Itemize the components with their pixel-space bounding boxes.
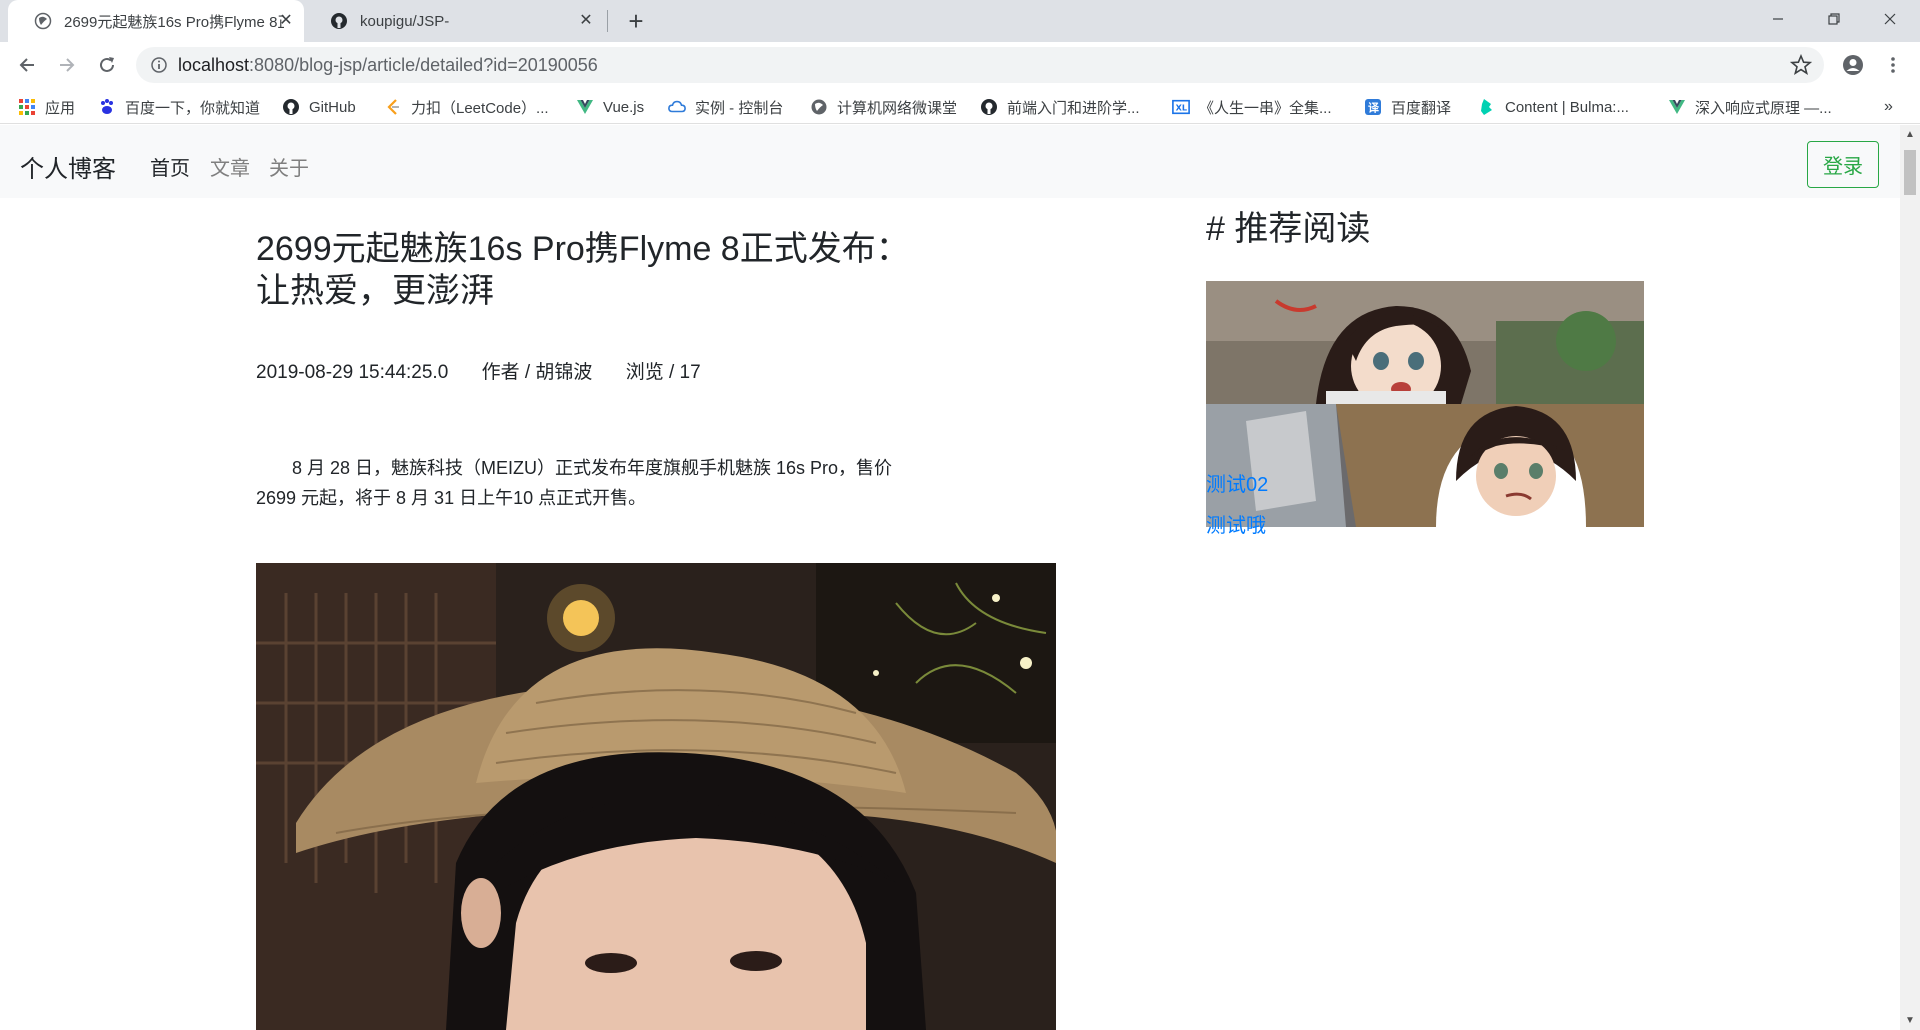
scroll-up-arrow-icon[interactable]: ▲: [1905, 129, 1915, 140]
browser-tab[interactable]: koupigu/JSP- ✕: [304, 0, 604, 42]
bookmark-label: GitHub: [309, 98, 356, 116]
bookmark-bulma[interactable]: Content | Bulma:...: [1478, 96, 1629, 118]
bookmark-baidu[interactable]: 百度一下，你就知道: [98, 96, 260, 118]
globe-icon: [34, 12, 52, 30]
bookmark-label: 前端入门和进阶学...: [1007, 99, 1140, 117]
bookmark-label: 计算机网络微课堂: [837, 99, 958, 117]
bookmark-vue-reactivity[interactable]: 深入响应式原理 —...: [1668, 96, 1832, 118]
site-brand[interactable]: 个人博客: [20, 149, 116, 184]
baidu-paw-icon: [98, 98, 116, 116]
bookmark-vue[interactable]: Vue.js: [576, 96, 644, 118]
url-path: :8080/blog-jsp/article/detailed?id=20190…: [249, 55, 598, 75]
github-icon: [330, 12, 348, 30]
minimize-button[interactable]: [1748, 0, 1808, 38]
bookmark-github[interactable]: GitHub: [282, 96, 356, 118]
login-button[interactable]: 登录: [1807, 141, 1879, 188]
new-tab-button[interactable]: +: [620, 6, 652, 38]
url-text[interactable]: localhost:8080/blog-jsp/article/detailed…: [178, 55, 598, 76]
tab-divider: [607, 10, 608, 32]
svg-text:XL: XL: [1176, 103, 1187, 113]
article-date: 2019-08-29 15:44:25.0: [256, 362, 449, 383]
recommended-link[interactable]: 测试哦: [1206, 509, 1266, 538]
bookmarks-bar: 应用 百度一下，你就知道 GitHub 力扣（LeetCode）... Vue.…: [0, 88, 1920, 124]
bulma-icon: [1478, 98, 1496, 116]
bookmark-frontend[interactable]: 前端入门和进阶学...: [980, 96, 1140, 118]
page-scrollbar[interactable]: ▲ ▼: [1900, 125, 1920, 1030]
url-host: localhost: [178, 55, 250, 75]
close-icon[interactable]: ✕: [278, 13, 294, 29]
bookmark-label: 力扣（LeetCode）...: [411, 99, 549, 117]
article-paragraph: 8 月 28 日，魅族科技（MEIZU）正式发布年度旗舰手机魅族 16s Pro…: [256, 458, 893, 508]
page-viewport: 个人博客 首页 文章 关于 登录 2699元起魅族16s Pro携Flyme 8…: [0, 125, 1920, 1030]
bookmark-label: 百度翻译: [1391, 99, 1452, 117]
reload-button[interactable]: [92, 50, 122, 80]
recommended-link[interactable]: 测试02: [1206, 468, 1268, 497]
nav-link-about[interactable]: 关于: [269, 152, 309, 181]
address-bar[interactable]: localhost:8080/blog-jsp/article/detailed…: [136, 47, 1824, 83]
bookmark-leetcode[interactable]: 力扣（LeetCode）...: [384, 96, 549, 118]
info-icon[interactable]: [150, 56, 168, 79]
globe-icon: [810, 98, 828, 116]
svg-text:译: 译: [1368, 102, 1380, 115]
article-meta: 2019-08-29 15:44:25.0 作者 / 胡锦波 浏览 / 17: [256, 357, 729, 384]
restore-button[interactable]: [1804, 0, 1864, 38]
tab-title: koupigu/JSP-: [360, 12, 450, 30]
article-author: 作者 / 胡锦波: [481, 362, 593, 383]
forward-button[interactable]: [52, 50, 82, 80]
vue-icon: [1668, 98, 1686, 116]
bookmark-rensheng[interactable]: XL 《人生一串》全集...: [1172, 96, 1332, 118]
bookmark-label: 《人生一串》全集...: [1199, 99, 1332, 117]
profile-avatar-icon[interactable]: [1838, 50, 1868, 80]
bookmarks-overflow-icon[interactable]: »: [1884, 96, 1893, 118]
browser-toolbar: localhost:8080/blog-jsp/article/detailed…: [0, 42, 1920, 88]
bookmark-label: 百度一下，你就知道: [125, 99, 261, 117]
github-icon: [980, 98, 998, 116]
scrollbar-thumb[interactable]: [1904, 150, 1916, 195]
bookmark-fanyi[interactable]: 译 百度翻译: [1364, 96, 1451, 118]
browser-tab-strip: 2699元起魅族16s Pro携Flyme 8正式发布：让热爱，更澎湃 ✕ ko…: [0, 0, 1920, 42]
sidebar-banner-image[interactable]: [1206, 281, 1644, 527]
apps-grid-icon: [18, 98, 36, 116]
sidebar-title: # 推荐阅读: [1206, 210, 1371, 248]
leetcode-icon: [384, 98, 402, 116]
bookmark-label: 深入响应式原理 —...: [1695, 99, 1832, 117]
nav-link-articles[interactable]: 文章: [210, 152, 250, 181]
scroll-down-arrow-icon[interactable]: ▼: [1905, 1015, 1915, 1026]
article-title: 2699元起魅族16s Pro携Flyme 8正式发布：让热爱，更澎湃: [256, 230, 910, 310]
cloud-icon: [668, 98, 686, 116]
back-button[interactable]: [12, 50, 42, 80]
bookmark-label: Vue.js: [603, 98, 645, 116]
nav-link-home[interactable]: 首页: [150, 152, 190, 181]
bookmark-star-icon[interactable]: [1789, 53, 1813, 81]
site-navbar: 个人博客 首页 文章 关于 登录: [0, 125, 1900, 198]
article-views: 浏览 / 17: [625, 362, 701, 383]
tab-title: 2699元起魅族16s Pro携Flyme 8正式发布：让热爱，更澎湃: [64, 13, 284, 31]
bookmark-apps[interactable]: 应用: [18, 96, 75, 118]
window-close-button[interactable]: [1860, 0, 1920, 38]
bookmark-console[interactable]: 实例 - 控制台: [668, 96, 783, 118]
menu-kebab-icon[interactable]: [1878, 50, 1908, 80]
close-icon[interactable]: ✕: [578, 13, 594, 29]
vue-icon: [576, 98, 594, 116]
bookmark-label: Content | Bulma:...: [1505, 98, 1629, 116]
video-icon: XL: [1172, 98, 1190, 116]
bookmark-label: 应用: [45, 99, 76, 117]
bookmark-network-course[interactable]: 计算机网络微课堂: [810, 96, 957, 118]
browser-tab-active[interactable]: 2699元起魅族16s Pro携Flyme 8正式发布：让热爱，更澎湃 ✕: [8, 0, 304, 42]
bookmark-label: 实例 - 控制台: [695, 99, 784, 117]
translate-icon: 译: [1364, 98, 1382, 116]
github-icon: [282, 98, 300, 116]
article-photo: [256, 563, 1056, 1030]
